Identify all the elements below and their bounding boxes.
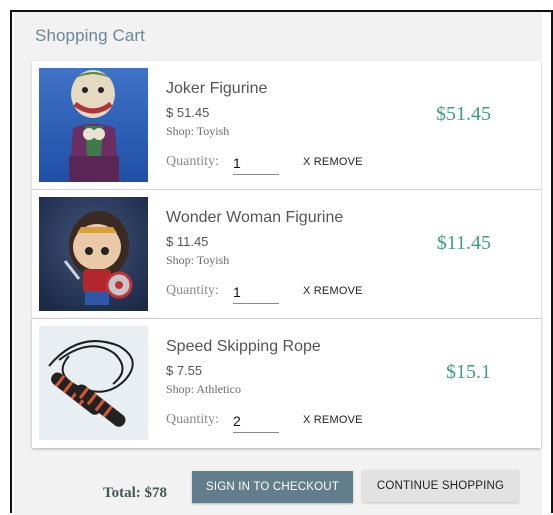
remove-button[interactable]: X REMOVE (303, 285, 363, 297)
quantity-label: Quantity: (166, 412, 219, 427)
item-shop: Shop: Toyish (166, 253, 230, 267)
joker-figurine-image[interactable] (39, 68, 148, 182)
item-unit-price: $ 51.45 (166, 105, 210, 120)
item-line-total: $51.45 (436, 103, 491, 125)
quantity-input[interactable] (233, 409, 279, 433)
cart-item: Joker Figurine $ 51.45 Shop: Toyish Quan… (32, 61, 541, 190)
item-unit-price: $ 7.55 (166, 363, 203, 378)
quantity-input[interactable] (233, 280, 279, 304)
item-shop: Shop: Athletico (166, 382, 241, 396)
cart-item: Wonder Woman Figurine $ 11.45 Shop: Toyi… (32, 190, 541, 319)
remove-button[interactable]: X REMOVE (303, 156, 363, 168)
cart-total: Total: $78 (103, 485, 168, 501)
quantity-input[interactable] (233, 151, 279, 175)
item-shop: Shop: Toyish (166, 124, 230, 138)
sign-in-to-checkout-button[interactable]: SIGN IN TO CHECKOUT (192, 471, 353, 503)
remove-button[interactable]: X REMOVE (303, 414, 363, 426)
item-line-total: $11.45 (436, 232, 491, 254)
continue-shopping-button[interactable]: CONTINUE SHOPPING (362, 470, 519, 502)
skipping-rope-image[interactable] (39, 326, 148, 440)
cart-item: Speed Skipping Rope $ 7.55 Shop: Athleti… (32, 319, 541, 448)
item-line-total: $15.1 (446, 361, 491, 383)
item-unit-price: $ 11.45 (166, 234, 209, 249)
quantity-label: Quantity: (166, 154, 219, 169)
quantity-label: Quantity: (166, 283, 219, 298)
cart-title: Shopping Cart (35, 26, 145, 45)
item-name[interactable]: Speed Skipping Rope (166, 338, 321, 356)
cart-list: Joker Figurine $ 51.45 Shop: Toyish Quan… (32, 61, 541, 448)
item-name[interactable]: Joker Figurine (166, 80, 267, 98)
wonder-woman-figurine-image[interactable] (39, 197, 148, 311)
item-name[interactable]: Wonder Woman Figurine (166, 209, 343, 227)
